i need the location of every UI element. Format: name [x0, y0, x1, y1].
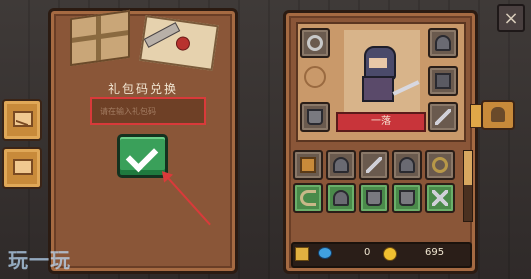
- inventory-slot[interactable]: [326, 183, 356, 213]
- equip-slot-weapon[interactable]: [428, 102, 458, 132]
- gem-count: 0: [364, 247, 371, 258]
- equip-slot-empty[interactable]: [304, 66, 326, 88]
- redeem-title: 礼包码兑换: [107, 82, 178, 96]
- lock-icon[interactable]: [295, 247, 309, 261]
- helmet-icon: [491, 107, 505, 122]
- gem-icon: [318, 247, 332, 259]
- helmet-icon: [333, 190, 349, 206]
- amulet-icon: [432, 157, 448, 173]
- book-icon: [300, 157, 316, 173]
- inventory-slot[interactable]: [359, 150, 389, 180]
- hero-face: [369, 58, 387, 68]
- inventory-scrollbar[interactable]: [463, 150, 473, 222]
- equip-slot-ring[interactable]: [300, 28, 330, 58]
- inventory-slot[interactable]: [359, 183, 389, 213]
- inventory-slot[interactable]: [293, 150, 323, 180]
- inventory-slot[interactable]: [326, 150, 356, 180]
- character-tab[interactable]: [481, 100, 515, 130]
- scrollbar-thumb[interactable]: [464, 151, 472, 185]
- helmet-icon: [333, 157, 349, 173]
- boots-icon: [366, 190, 382, 206]
- bow-icon: [300, 190, 316, 206]
- inventory-slot[interactable]: [425, 150, 455, 180]
- ring-icon: [307, 35, 323, 51]
- equip-slot-boots[interactable]: [300, 102, 330, 132]
- character-name-banner: 一落: [336, 112, 426, 132]
- map-tab[interactable]: [2, 147, 42, 189]
- gift-code-input[interactable]: [90, 97, 206, 125]
- wax-seal-icon: [175, 35, 191, 52]
- crossed-swords-icon: [432, 190, 448, 206]
- inventory-slot[interactable]: [425, 183, 455, 213]
- map-icon: [13, 159, 33, 175]
- watermark: 玩一玩: [8, 248, 71, 272]
- parcel-icon: [70, 9, 130, 67]
- coin-icon: [383, 247, 397, 261]
- envelope-icon: [13, 111, 33, 127]
- sword-icon: [435, 109, 451, 125]
- inventory-slot[interactable]: [293, 183, 323, 213]
- sword-icon: [366, 157, 382, 173]
- inventory-slot[interactable]: [392, 183, 422, 213]
- mail-tab[interactable]: [2, 99, 42, 141]
- hero-body: [362, 76, 394, 102]
- equip-slot-armor[interactable]: [428, 66, 458, 96]
- armor-icon: [435, 73, 451, 89]
- boots-icon: [399, 190, 415, 206]
- equip-slot-helmet[interactable]: [428, 28, 458, 58]
- boots-icon: [307, 109, 323, 125]
- close-button[interactable]: ×: [497, 4, 525, 32]
- checkmark-icon: [125, 139, 159, 173]
- helmet-icon: [435, 35, 451, 51]
- helmet-icon: [399, 157, 415, 173]
- inventory-slot[interactable]: [392, 150, 422, 180]
- coin-count: 695: [425, 247, 445, 258]
